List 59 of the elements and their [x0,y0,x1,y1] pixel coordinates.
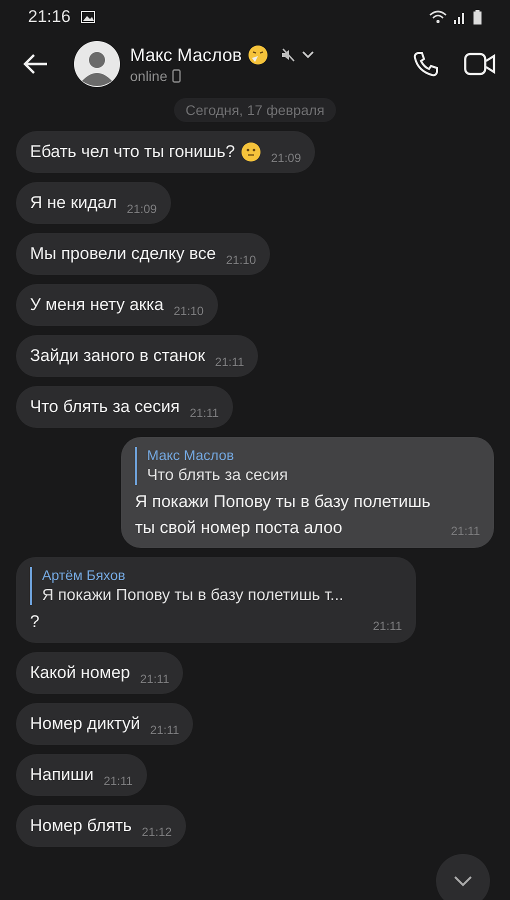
quote-author: Макс Маслов [147,447,235,463]
sneezing-face-icon [248,45,268,65]
online-status: online [130,68,168,84]
message-time: 21:11 [215,355,244,369]
gallery-icon [80,11,95,23]
message-time: 21:09 [271,151,302,165]
message-text: Зайди заного в станок [30,346,206,366]
message-text: Напиши [30,764,94,784]
wifi-icon [429,10,447,24]
message-bubble[interactable]: Напиши 21:11 [16,754,147,796]
message-text: Номер диктуй [30,714,140,734]
message-bubble[interactable]: Зайди заного в станок 21:11 [16,335,258,377]
message-bubble[interactable]: Что блять за сесия 21:11 [16,386,233,428]
message-time: 21:11 [372,618,402,632]
message-bubble[interactable]: У меня нету акка 21:10 [16,284,218,326]
message-text: Ебать чел что ты гонишь? [30,142,235,162]
message-text: Я не кидал [30,193,117,213]
battery-icon [473,10,482,24]
message-bubble[interactable]: Номер диктуй 21:11 [16,702,194,744]
message-text: Мы провели сделку все [30,244,216,264]
message-text: У меня нету акка [30,295,164,315]
chevron-down-icon[interactable] [302,51,314,59]
message-time: 21:11 [450,524,480,538]
quoted-message[interactable]: Артём Бяхов Я покажи Попову ты в базу полетишь т... [30,567,402,605]
message-bubble[interactable]: Номер блять 21:12 [16,804,186,846]
message-time: 21:11 [190,406,219,420]
phone-device-icon [172,68,182,82]
message-time: 21:09 [126,202,157,216]
message-bubble[interactable]: Мы провели сделку все 21:10 [16,233,270,275]
message-time: 21:10 [226,253,256,267]
quote-author: Артём Бяхов [42,567,126,583]
signal-icon [453,10,467,24]
message-text: Номер блять [30,816,132,836]
message-bubble[interactable]: Я не кидал 21:09 [16,182,171,224]
contact-name[interactable]: Макс Маслов [130,44,242,66]
message-text: Какой номер [30,662,130,682]
message-text: Что блять за сесия [30,397,180,417]
message-bubble[interactable]: Артём Бяхов Я покажи Попову ты в базу полетишь т... ? 21:11 [16,557,416,642]
message-time: 21:11 [104,774,133,788]
message-time: 21:10 [174,304,204,318]
status-time: 21:16 [28,7,71,27]
message-text: Я покажи Попову ты в базу полетишь ты свой номер поста алоо [135,491,432,538]
chevron-down-icon [453,875,473,887]
scroll-down-button[interactable] [436,854,490,900]
avatar-icon[interactable] [74,41,120,87]
message-bubble[interactable]: Какой номер 21:11 [16,652,184,694]
message-bubble[interactable]: Макс Маслов Что блять за сесия Я покажи Попову ты в базу полетишь ты свой номер поста алоо 21:11 [121,437,494,548]
message-time: 21:11 [140,672,170,686]
date-badge: Сегодня, 17 февраля [174,98,336,122]
quoted-message[interactable]: Макс Маслов Что блять за сесия [135,447,480,485]
message-time: 21:12 [142,824,172,838]
phone-call-icon[interactable] [412,50,440,78]
quote-text: Что блять за сесия [147,467,289,485]
message-text: ? [30,611,40,633]
message-time: 21:11 [150,722,180,736]
video-call-icon[interactable] [464,52,496,76]
back-icon[interactable] [22,53,48,75]
quote-text: Я покажи Попову ты в базу полетишь т... [42,587,344,605]
message-bubble[interactable]: Ебать чел что ты гонишь? 21:09 [16,131,316,173]
